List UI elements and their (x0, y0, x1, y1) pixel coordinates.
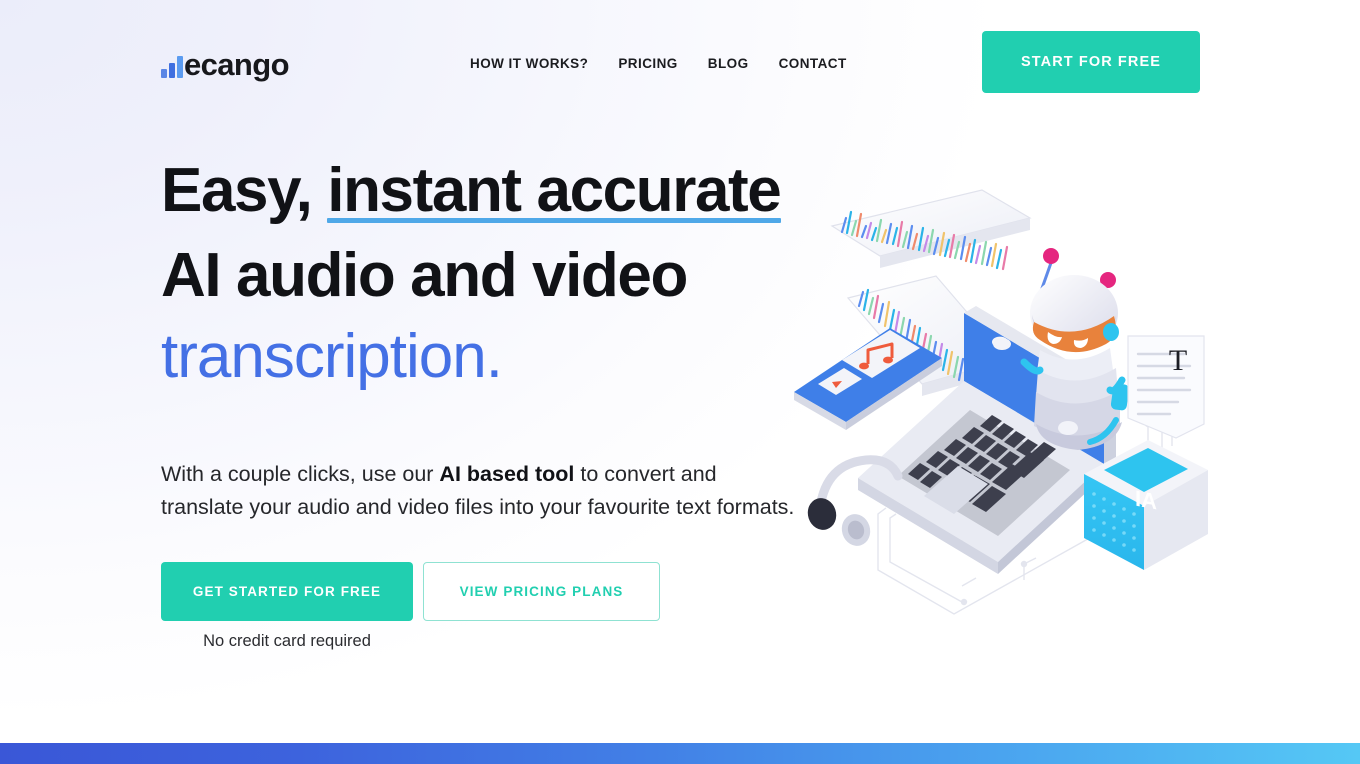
hero-illustration: T IA (786, 178, 1214, 630)
site-header: ecango HOW IT WORKS? PRICING BLOG CONTAC… (0, 0, 1360, 122)
document-letter-glyph: T (1169, 344, 1187, 377)
nav-item-blog[interactable]: BLOG (708, 52, 749, 75)
headline-line-2: AI audio and video (161, 241, 688, 310)
ai-transcription-isometric-illustration: T IA (794, 189, 1208, 615)
brand-name: ecango (184, 47, 290, 82)
subtitle-emphasis: AI based tool (439, 462, 575, 486)
landing-page: ecango HOW IT WORKS? PRICING BLOG CONTAC… (0, 0, 1360, 764)
nav-item-how-it-works[interactable]: HOW IT WORKS? (470, 52, 588, 75)
brand-logo[interactable]: ecango (161, 42, 290, 82)
main-navigation: HOW IT WORKS? PRICING BLOG CONTACT (470, 52, 847, 75)
hero-cta-group: GET STARTED FOR FREE VIEW PRICING PLANS (161, 562, 660, 621)
nav-item-pricing[interactable]: PRICING (618, 52, 677, 75)
nav-item-contact[interactable]: CONTACT (779, 52, 847, 75)
bar-chart-icon (161, 56, 183, 80)
get-started-for-free-button[interactable]: GET STARTED FOR FREE (161, 562, 413, 621)
text-document: T (1127, 335, 1205, 439)
hero-section: Easy, instant accurate AI audio and vide… (161, 150, 821, 650)
headline-line-1: Easy, instant accurate (161, 156, 782, 225)
headline-plain-text: Easy, (161, 156, 328, 225)
view-pricing-plans-button[interactable]: VIEW PRICING PLANS (423, 562, 660, 621)
cube-label: IA (1135, 486, 1157, 515)
headline-underlined-text: instant accurate (327, 150, 782, 235)
hero-subtitle: With a couple clicks, use our AI based t… (161, 458, 801, 524)
waveform-bar-top (830, 189, 1032, 271)
subtitle-text-start: With a couple clicks, use our (161, 462, 440, 486)
no-credit-card-note: No credit card required (203, 632, 371, 650)
start-for-free-button[interactable]: START FOR FREE (982, 31, 1200, 93)
headline-line-3-accent: transcription. (161, 322, 503, 391)
page-title: Easy, instant accurate AI audio and vide… (161, 150, 821, 397)
bottom-gradient-bar (0, 743, 1360, 764)
